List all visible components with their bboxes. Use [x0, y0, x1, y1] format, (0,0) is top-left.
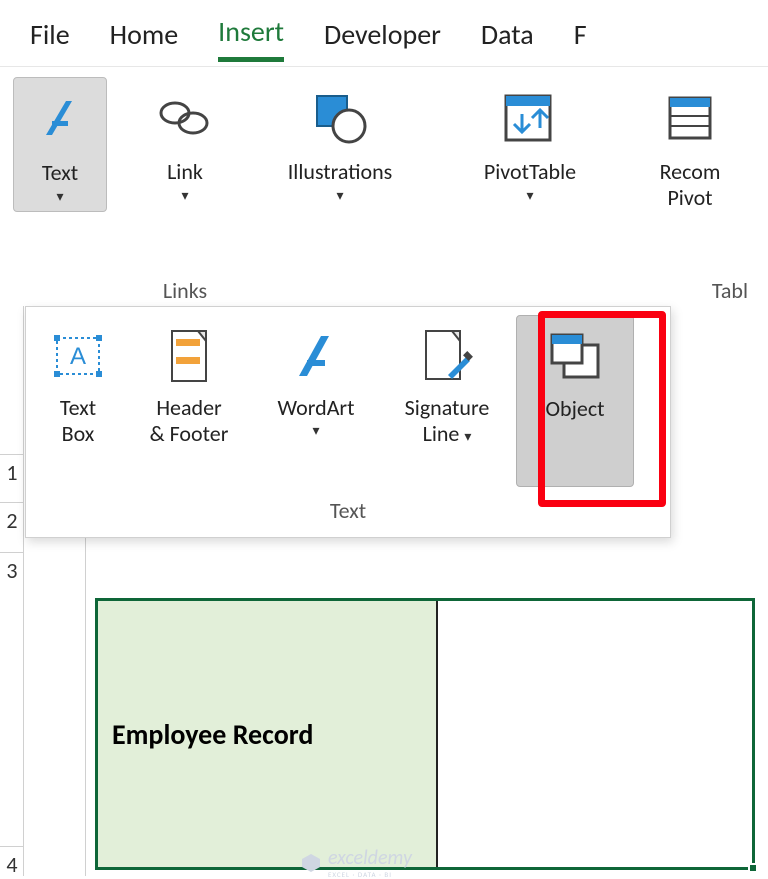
selection-fill-handle[interactable]: [748, 863, 758, 873]
header-footer-l2: & Footer: [150, 420, 229, 447]
wordart-l1: WordArt: [278, 394, 355, 421]
tab-home[interactable]: Home: [110, 17, 179, 60]
text-box-button[interactable]: A Text Box: [32, 315, 124, 487]
text-dropdown-label: Text: [42, 160, 78, 186]
text-dropdown-button[interactable]: Text ▾: [13, 77, 107, 212]
cell-employee-record[interactable]: Employee Record: [98, 601, 438, 867]
text-gallery-popup: A Text Box Header & Fo: [25, 306, 671, 538]
link-label: Link: [167, 159, 203, 185]
group-label-tables: Tabl: [630, 277, 750, 306]
recommended-pivottables-button[interactable]: Recom Pivot: [648, 77, 733, 218]
signature-line-button[interactable]: Signature Line ▾: [382, 315, 512, 487]
object-icon: [546, 322, 604, 392]
wordart-button[interactable]: WordArt ▾: [254, 315, 378, 487]
tab-partial[interactable]: F: [574, 17, 587, 60]
text-icon: [32, 84, 88, 154]
ribbon: Text ▾ Link ▾ Links: [0, 66, 768, 306]
chevron-down-icon: ▾: [336, 187, 343, 204]
row-header-3[interactable]: 3: [0, 552, 24, 584]
row-headers: 1 2 3 4: [0, 306, 24, 876]
cell-value: Employee Record: [112, 717, 313, 752]
row-header-2[interactable]: 2: [0, 502, 24, 534]
ribbon-tabs: File Home Insert Developer Data F: [0, 0, 768, 66]
recommended-pivottables-icon: [662, 83, 718, 153]
pivottable-button[interactable]: PivotTable ▾: [472, 77, 588, 210]
watermark: exceldemy EXCEL · DATA · BI: [300, 846, 412, 879]
row-header-4[interactable]: 4: [0, 846, 24, 878]
gallery-group-label: Text: [26, 497, 670, 530]
tab-insert[interactable]: Insert: [218, 14, 284, 62]
svg-text:A: A: [70, 343, 86, 370]
header-footer-icon: [164, 321, 214, 391]
link-button[interactable]: Link ▾: [143, 77, 227, 210]
selected-range[interactable]: Employee Record: [95, 598, 755, 870]
text-box-l2: Box: [62, 420, 95, 447]
header-footer-button[interactable]: Header & Footer: [128, 315, 250, 487]
pivottable-icon: [500, 83, 560, 153]
text-box-icon: A: [49, 321, 107, 391]
text-box-l1: Text: [60, 394, 96, 421]
chevron-down-icon: ▾: [526, 187, 533, 204]
chevron-down-icon: ▾: [56, 188, 63, 205]
signature-l2: Line: [423, 420, 460, 447]
wordart-icon: [283, 321, 349, 391]
group-label-links: Links: [163, 277, 207, 306]
link-icon: [155, 83, 215, 153]
row-header-1[interactable]: 1: [0, 454, 24, 486]
tab-data[interactable]: Data: [481, 17, 534, 60]
watermark-name: exceldemy: [328, 846, 412, 870]
chevron-down-icon: ▾: [278, 423, 355, 440]
tab-file[interactable]: File: [30, 17, 70, 60]
chevron-down-icon: ▾: [181, 187, 188, 204]
pivottable-label: PivotTable: [484, 159, 576, 185]
signature-icon: [420, 321, 474, 391]
object-label: Object: [545, 396, 604, 422]
tab-developer[interactable]: Developer: [324, 17, 441, 60]
illustrations-label: Illustrations: [288, 159, 393, 185]
header-footer-l1: Header: [156, 394, 221, 421]
illustrations-button[interactable]: Illustrations ▾: [276, 77, 405, 210]
chevron-down-icon: ▾: [464, 428, 471, 445]
shapes-icon: [307, 83, 373, 153]
signature-l1: Signature: [405, 394, 490, 421]
recom-l2: Pivot: [667, 184, 712, 211]
recom-l1: Recom: [660, 158, 721, 185]
object-button[interactable]: Object: [516, 315, 634, 487]
